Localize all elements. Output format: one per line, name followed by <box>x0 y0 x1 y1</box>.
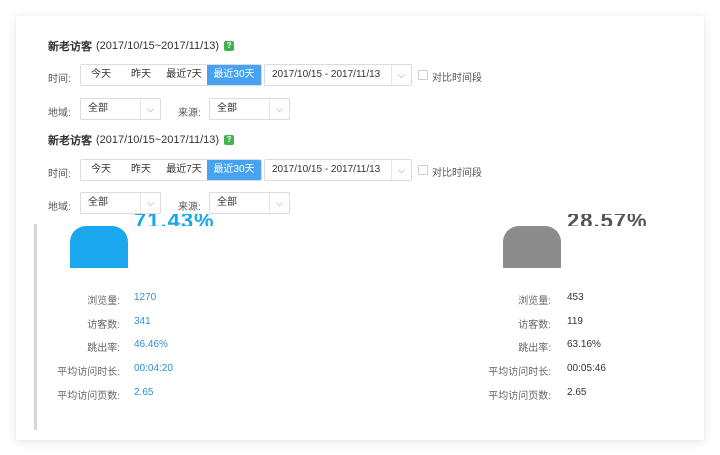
last-7-days-button[interactable]: 最近7天 <box>161 160 207 180</box>
panel-title-text: 新老访客 <box>48 41 92 53</box>
filter-panel-1: 新老访客 (2017/10/15~2017/11/13) ? 时间: 今天 昨天… <box>36 28 684 126</box>
stat-value-visitors: 341 <box>134 316 151 327</box>
today-button[interactable]: 今天 <box>81 160 121 180</box>
stat-value-avg-pages: 2.65 <box>134 387 154 398</box>
last-30-days-button[interactable]: 最近30天 <box>207 65 261 85</box>
source-label: 来源: <box>178 202 201 213</box>
chevron-down-icon: ⌵ <box>391 160 411 180</box>
stat-value-avg-pages: 2.65 <box>567 387 587 398</box>
source-value: 全部 <box>217 103 237 114</box>
compare-label: 对比时间段 <box>432 168 482 179</box>
stat-label-avg-duration: 平均访问时长: <box>488 367 551 378</box>
chevron-down-icon: ⌵ <box>269 193 289 213</box>
yesterday-button[interactable]: 昨天 <box>121 160 161 180</box>
old-visitor-icon <box>503 226 561 268</box>
region-select[interactable]: 全部 ⌵ <box>80 98 161 120</box>
filter-panel-2: 新老访客 (2017/10/15~2017/11/13) ? 时间: 今天 昨天… <box>36 122 684 222</box>
stat-value-avg-duration: 00:05:46 <box>567 363 606 374</box>
stat-value-pageviews: 453 <box>567 292 584 303</box>
date-range-value: 2017/10/15 - 2017/11/13 <box>272 164 381 175</box>
chevron-down-icon: ⌵ <box>140 99 160 119</box>
chevron-down-icon: ⌵ <box>391 65 411 85</box>
panel-title: 新老访客 (2017/10/15~2017/11/13) ? <box>48 132 235 148</box>
region-select[interactable]: 全部 ⌵ <box>80 192 161 214</box>
panel-title-text: 新老访客 <box>48 135 92 147</box>
stat-value-bounce-rate: 46.46% <box>134 339 168 350</box>
time-label: 时间: <box>48 74 71 85</box>
stat-label-avg-pages: 平均访问页数: <box>488 391 551 402</box>
stat-label-bounce-rate: 跳出率: <box>87 343 120 354</box>
old-visitor-percent: 28.57% <box>567 214 648 226</box>
time-range-group: 今天 昨天 最近7天 最近30天 <box>80 64 262 86</box>
stat-label-visitors: 访客数: <box>518 320 551 331</box>
region-value: 全部 <box>88 103 108 114</box>
source-label: 来源: <box>178 108 201 119</box>
visitor-result-section: 71.43% 28.57% 浏览量: 1270 访客数: 341 跳出率: 46… <box>34 214 670 430</box>
stat-value-pageviews: 1270 <box>134 292 157 303</box>
date-range-picker[interactable]: 2017/10/15 - 2017/11/13 ⌵ <box>264 159 412 181</box>
stat-label-avg-pages: 平均访问页数: <box>57 391 120 402</box>
stat-value-bounce-rate: 63.16% <box>567 339 601 350</box>
time-label: 时间: <box>48 169 71 180</box>
new-visitor-percent: 71.43% <box>134 214 215 226</box>
chevron-down-icon: ⌵ <box>140 193 160 213</box>
region-label: 地域: <box>48 108 71 119</box>
compare-checkbox[interactable] <box>418 70 428 80</box>
date-range-value: 2017/10/15 - 2017/11/13 <box>272 69 381 80</box>
stat-label-avg-duration: 平均访问时长: <box>57 367 120 378</box>
region-label: 地域: <box>48 202 71 213</box>
source-select[interactable]: 全部 ⌵ <box>209 98 290 120</box>
compare-checkbox[interactable] <box>418 165 428 175</box>
stat-label-pageviews: 浏览量: <box>518 296 551 307</box>
compare-label: 对比时间段 <box>432 73 482 84</box>
date-range-picker[interactable]: 2017/10/15 - 2017/11/13 ⌵ <box>264 64 412 86</box>
last-30-days-button[interactable]: 最近30天 <box>207 160 261 180</box>
help-icon[interactable]: ? <box>224 135 235 145</box>
page: 新老访客 (2017/10/15~2017/11/13) ? 时间: 今天 昨天… <box>0 0 720 455</box>
stat-label-visitors: 访客数: <box>87 320 120 331</box>
help-icon[interactable]: ? <box>224 41 235 51</box>
source-select[interactable]: 全部 ⌵ <box>209 192 290 214</box>
time-range-group: 今天 昨天 最近7天 最近30天 <box>80 159 262 181</box>
new-visitor-icon <box>70 226 128 268</box>
chevron-down-icon: ⌵ <box>269 99 289 119</box>
today-button[interactable]: 今天 <box>81 65 121 85</box>
panel-title: 新老访客 (2017/10/15~2017/11/13) ? <box>48 38 235 54</box>
region-value: 全部 <box>88 197 108 208</box>
source-value: 全部 <box>217 197 237 208</box>
panel-date-range: (2017/10/15~2017/11/13) <box>96 40 220 52</box>
panel-date-range: (2017/10/15~2017/11/13) <box>96 134 220 146</box>
stat-label-pageviews: 浏览量: <box>87 296 120 307</box>
stat-value-avg-duration: 00:04:20 <box>134 363 173 374</box>
yesterday-button[interactable]: 昨天 <box>121 65 161 85</box>
last-7-days-button[interactable]: 最近7天 <box>161 65 207 85</box>
stat-value-visitors: 119 <box>567 316 583 327</box>
stat-label-bounce-rate: 跳出率: <box>518 343 551 354</box>
